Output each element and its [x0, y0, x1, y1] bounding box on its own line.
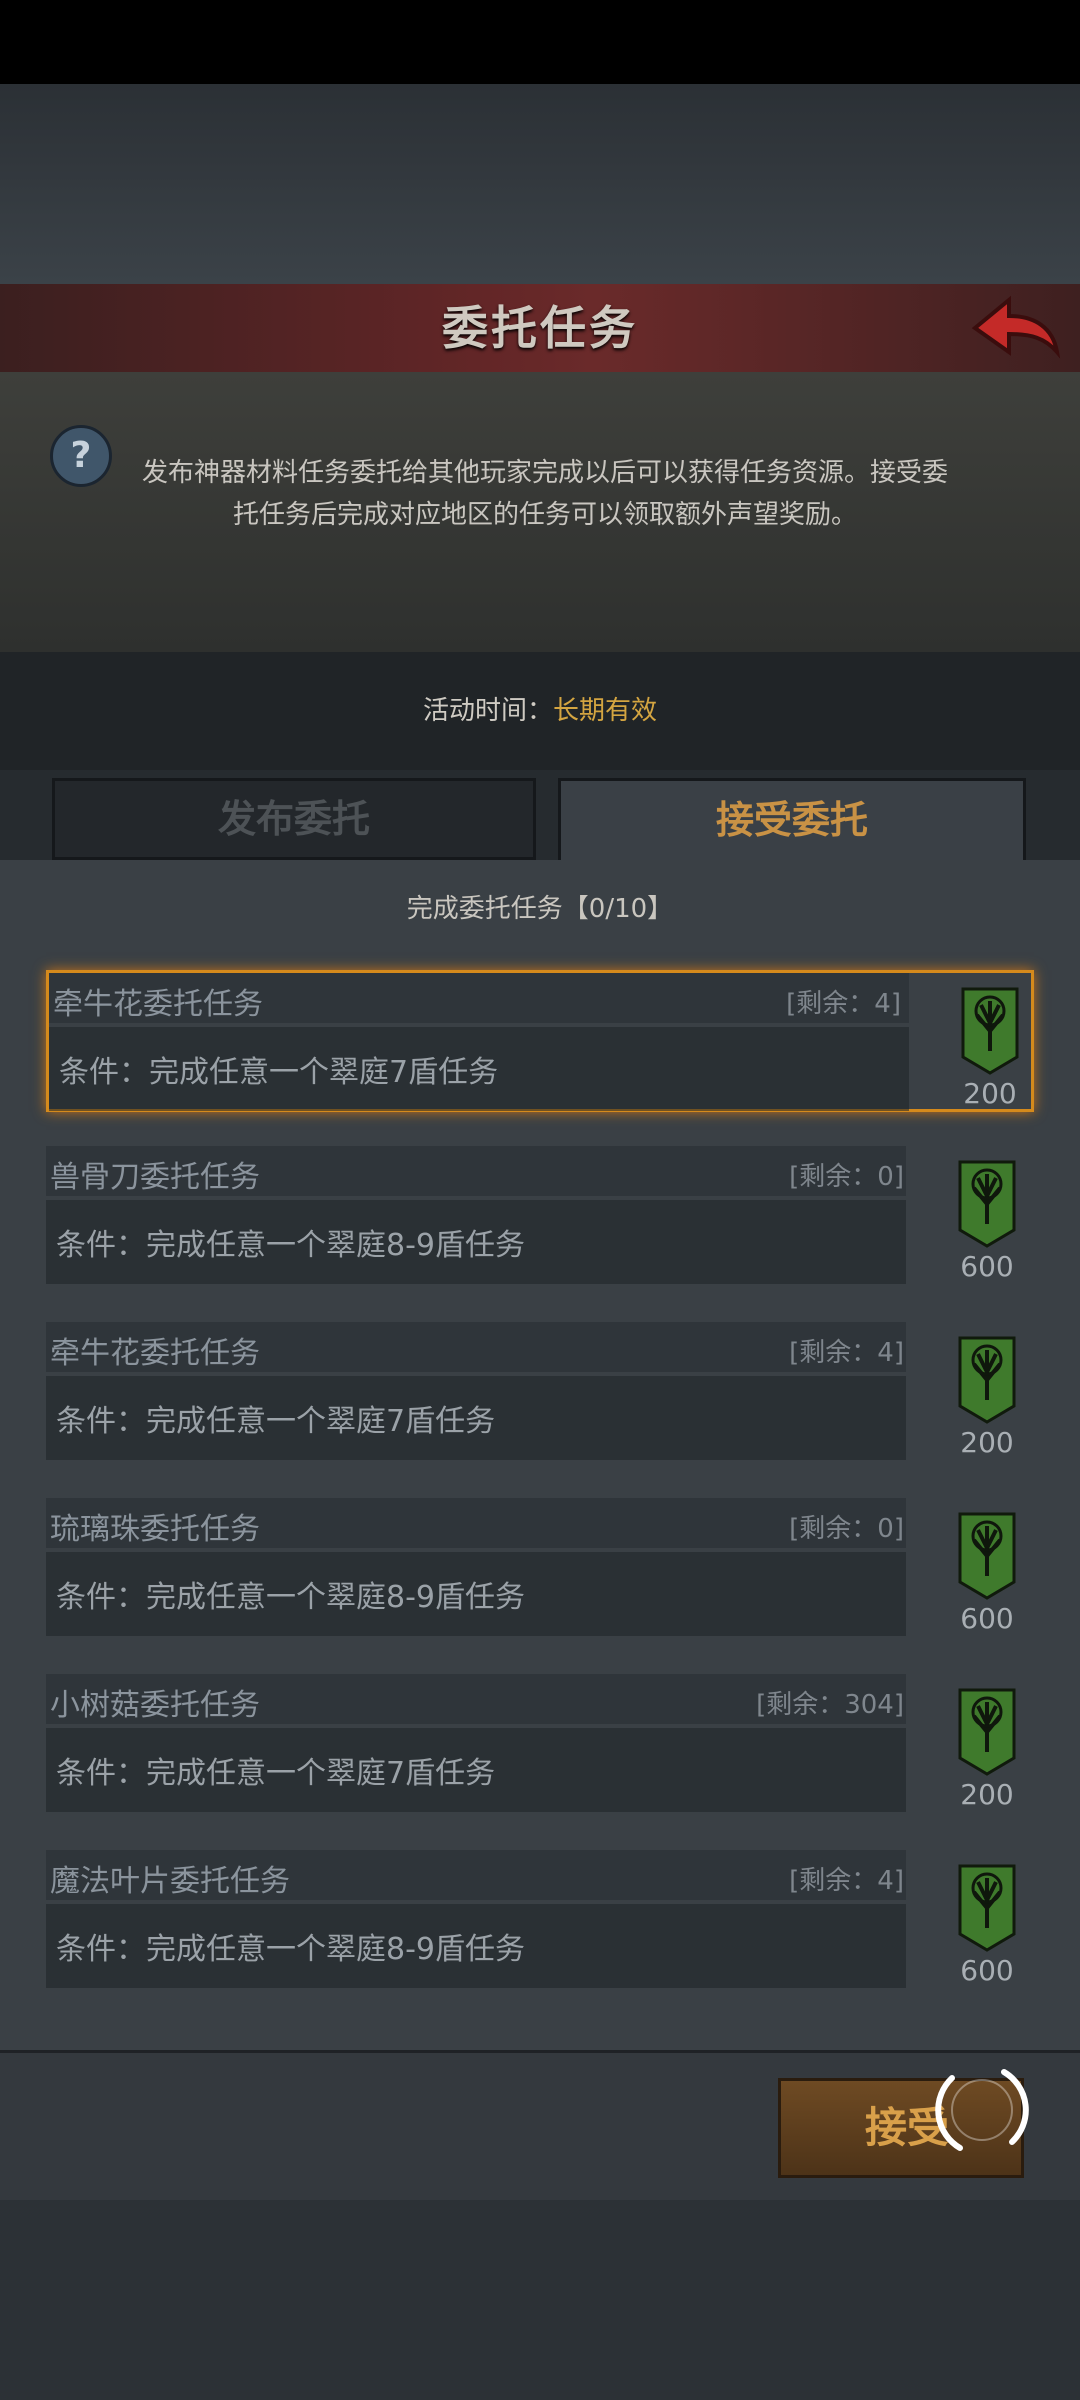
task-reward: 200	[963, 1077, 1017, 1110]
page-title: 委托任务	[442, 301, 638, 355]
task-name: 牵牛花委托任务	[50, 1336, 260, 1371]
task-remaining: [剩余：4]	[789, 1866, 904, 1896]
task-remaining: [剩余：304]	[756, 1690, 904, 1720]
task-reward: 600	[960, 1954, 1014, 1987]
task-reward: 600	[960, 1250, 1014, 1283]
task-remaining: [剩余：0]	[789, 1514, 904, 1544]
event-time: 活动时间：长期有效	[0, 690, 1080, 727]
event-time-label: 活动时间：	[422, 696, 553, 726]
task-reward: 200	[960, 1426, 1014, 1459]
tab-accept[interactable]: 接受委托	[558, 778, 1026, 860]
task-reward: 200	[960, 1778, 1014, 1811]
task-name: 魔法叶片委托任务	[50, 1864, 290, 1899]
status-bar	[0, 0, 1080, 84]
loading-ring-icon	[935, 2069, 1029, 2151]
task-reward: 600	[960, 1602, 1014, 1635]
task-name: 牵牛花委托任务	[53, 987, 263, 1022]
tab-publish[interactable]: 发布委托	[52, 778, 536, 860]
event-time-value: 长期有效	[553, 696, 658, 726]
tree-banner-icon	[958, 1688, 1016, 1776]
top-backdrop	[0, 84, 1080, 284]
tree-banner-icon	[958, 1336, 1016, 1424]
task-condition: 条件：完成任意一个翠庭8-9盾任务	[56, 1932, 525, 1967]
task-item[interactable]: 牵牛花委托任务 [剩余：4] 条件：完成任意一个翠庭7盾任务 200	[46, 1322, 1034, 1464]
back-arrow-icon	[971, 295, 1061, 359]
task-item[interactable]: 兽骨刀委托任务 [剩余：0] 条件：完成任意一个翠庭8-9盾任务 600	[46, 1146, 1034, 1288]
tree-banner-icon	[961, 987, 1019, 1075]
back-button[interactable]	[965, 290, 1065, 366]
task-progress: 完成委托任务【0/10】	[406, 894, 674, 924]
task-item[interactable]: 琉璃珠委托任务 [剩余：0] 条件：完成任意一个翠庭8-9盾任务 600	[46, 1498, 1034, 1640]
task-name: 小树菇委托任务	[50, 1688, 260, 1723]
lower-background	[0, 2200, 1080, 2400]
task-name: 琉璃珠委托任务	[50, 1512, 260, 1547]
task-condition: 条件：完成任意一个翠庭8-9盾任务	[56, 1580, 525, 1615]
task-condition: 条件：完成任意一个翠庭7盾任务	[59, 1055, 499, 1090]
task-name: 兽骨刀委托任务	[50, 1160, 260, 1195]
task-condition: 条件：完成任意一个翠庭7盾任务	[56, 1404, 496, 1439]
tree-banner-icon	[958, 1864, 1016, 1952]
task-condition: 条件：完成任意一个翠庭8-9盾任务	[56, 1228, 525, 1263]
event-description: 发布神器材料任务委托给其他玩家完成以后可以获得任务资源。接受委托任务后完成对应地…	[141, 458, 948, 530]
task-condition: 条件：完成任意一个翠庭7盾任务	[56, 1756, 496, 1791]
task-item[interactable]: 魔法叶片委托任务 [剩余：4] 条件：完成任意一个翠庭8-9盾任务 600	[46, 1850, 1034, 1992]
task-remaining: [剩余：4]	[786, 989, 901, 1019]
task-item[interactable]: 牵牛花委托任务 [剩余：4] 条件：完成任意一个翠庭7盾任务 200	[46, 970, 1034, 1112]
task-remaining: [剩余：0]	[789, 1162, 904, 1192]
task-remaining: [剩余：4]	[789, 1338, 904, 1368]
tree-banner-icon	[958, 1160, 1016, 1248]
tree-banner-icon	[958, 1512, 1016, 1600]
task-item[interactable]: 小树菇委托任务 [剩余：304] 条件：完成任意一个翠庭7盾任务 200	[46, 1674, 1034, 1816]
question-icon[interactable]: ?	[50, 425, 112, 487]
